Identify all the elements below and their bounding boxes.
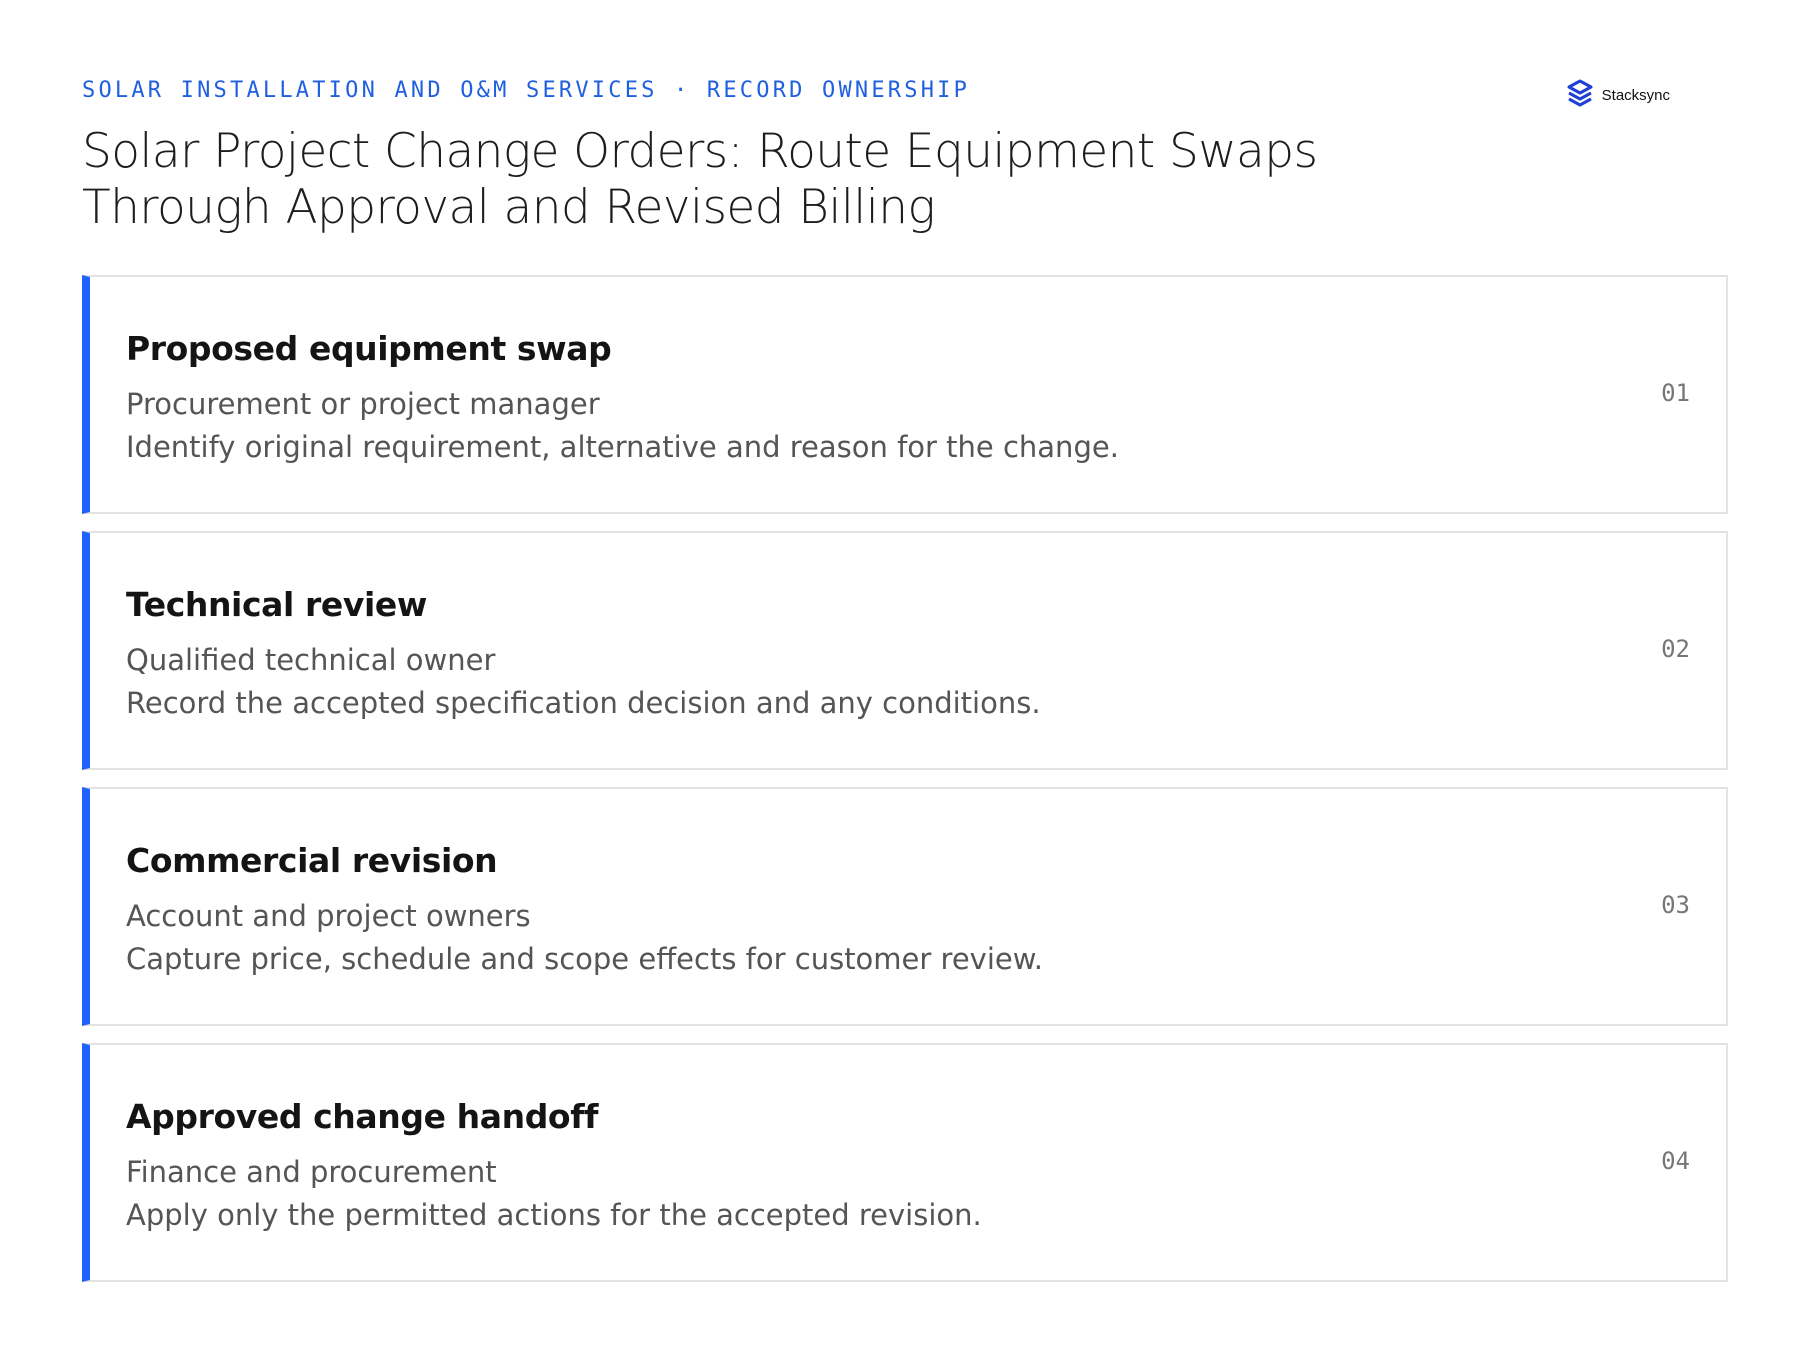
step-number: 01 — [1661, 379, 1690, 407]
step-card: Approved change handoff Finance and proc… — [82, 1043, 1728, 1282]
steps-list: Proposed equipment swap Procurement or p… — [82, 275, 1728, 1299]
step-description: Apply only the permitted actions for the… — [126, 1198, 982, 1232]
step-owner: Qualified technical owner — [126, 643, 496, 677]
step-description: Identify original requirement, alternati… — [126, 430, 1119, 464]
step-title: Commercial revision — [126, 841, 498, 880]
step-title: Technical review — [126, 585, 427, 624]
step-card: Commercial revision Account and project … — [82, 787, 1728, 1026]
page-title: Solar Project Change Orders: Route Equip… — [82, 124, 1318, 235]
step-description: Capture price, schedule and scope effect… — [126, 942, 1043, 976]
brand-logo: Stacksync — [1564, 78, 1670, 112]
step-owner: Finance and procurement — [126, 1155, 497, 1189]
step-card: Proposed equipment swap Procurement or p… — [82, 275, 1728, 514]
brand-name: Stacksync — [1601, 86, 1670, 104]
step-title: Proposed equipment swap — [126, 329, 612, 368]
step-title: Approved change handoff — [126, 1097, 599, 1136]
step-description: Record the accepted specification decisi… — [126, 686, 1041, 720]
eyebrow-label: SOLAR INSTALLATION AND O&M SERVICES · RE… — [82, 78, 971, 103]
step-owner: Procurement or project manager — [126, 387, 600, 421]
step-number: 04 — [1661, 1147, 1690, 1175]
step-card: Technical review Qualified technical own… — [82, 531, 1728, 770]
step-number: 02 — [1661, 635, 1690, 663]
step-number: 03 — [1661, 891, 1690, 919]
step-owner: Account and project owners — [126, 899, 531, 933]
stacksync-logo-icon — [1567, 79, 1593, 107]
